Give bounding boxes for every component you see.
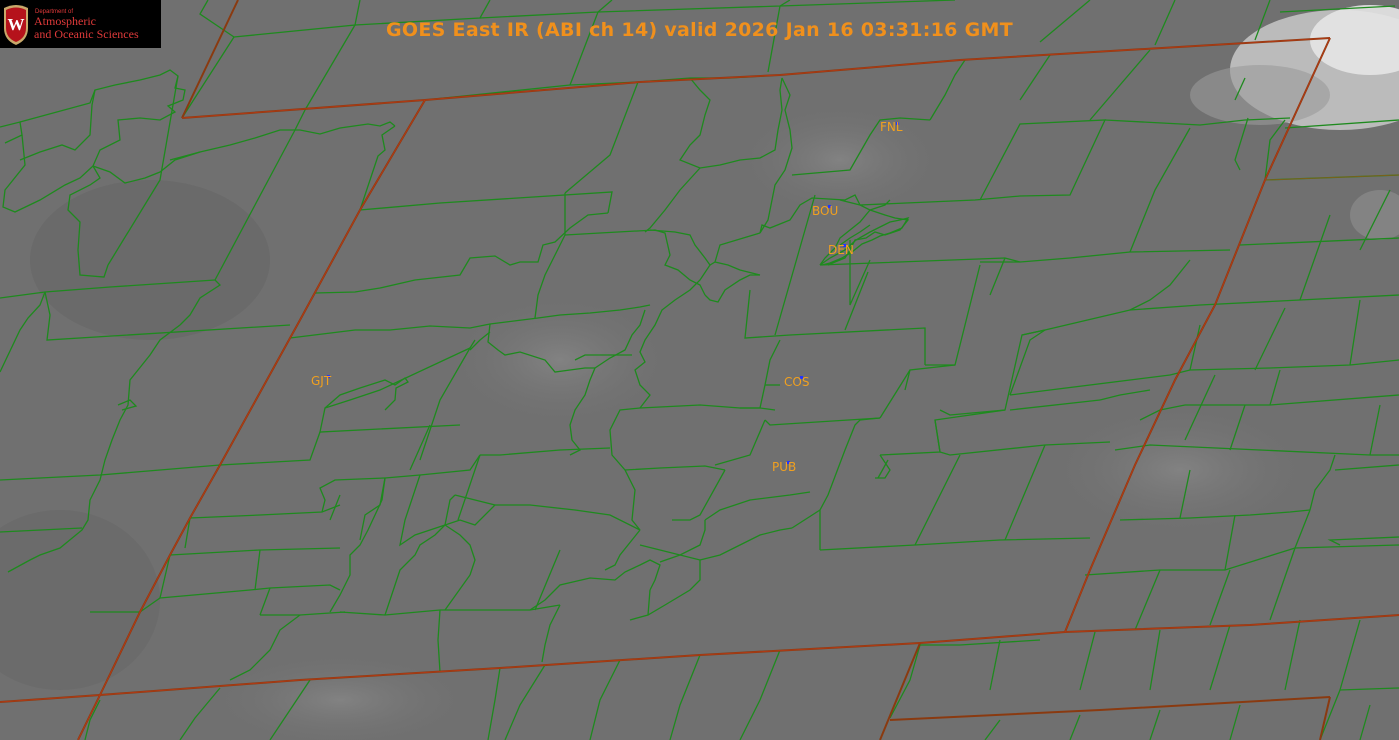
station-label-den: DEN: [828, 243, 854, 257]
ir-satellite-map: [0, 0, 1399, 740]
warm-surface: [30, 180, 270, 340]
station-label-cos: COS: [784, 375, 810, 389]
satellite-map-view: W Department of Atmospheric and Oceanic …: [0, 0, 1399, 740]
image-title: GOES East IR (ABI ch 14) valid 2026 Jan …: [386, 19, 1013, 41]
cloud-haze: [1190, 65, 1330, 125]
cloud-haze: [1040, 400, 1320, 540]
station-label-fnl: FNL: [880, 120, 903, 134]
station-label-gjt: GJT: [311, 374, 332, 388]
station-label-pub: PUB: [772, 460, 797, 474]
station-label-bou: BOU: [812, 204, 839, 218]
